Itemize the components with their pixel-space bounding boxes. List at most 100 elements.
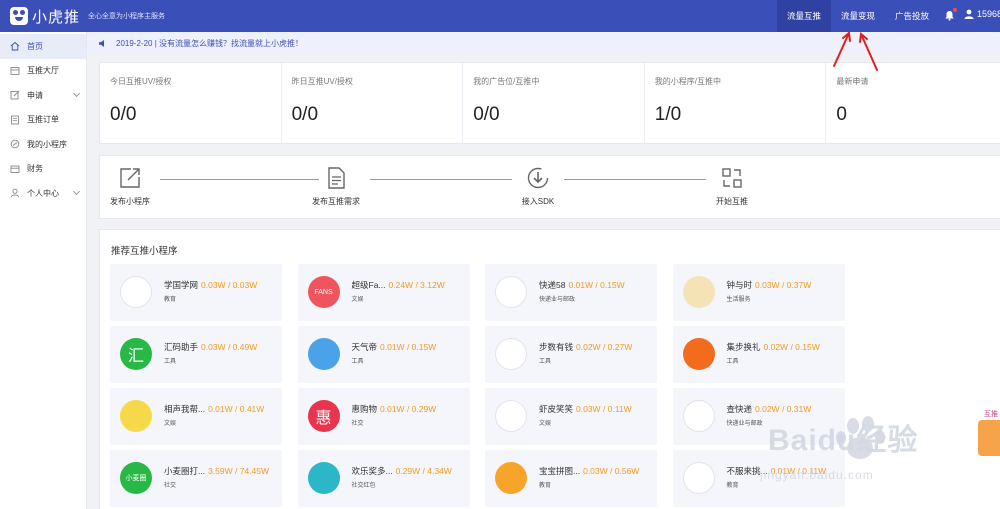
- exchange-icon: [722, 168, 742, 188]
- nav-traffic-monetize[interactable]: 流量变现: [831, 0, 885, 32]
- app-stats: 0.02W / 0.27W: [576, 342, 633, 352]
- sidebar-item-label: 互推大厅: [27, 66, 59, 76]
- stat-latest-applications: 最新申请 0: [826, 63, 1000, 143]
- app-icon: [495, 462, 527, 494]
- app-name: 虾皮笑笑: [539, 404, 574, 414]
- watermark-text: Baidu经验: [768, 424, 919, 457]
- publish-icon: [120, 168, 140, 188]
- app-stats: 0.03W / 0.37W: [755, 280, 812, 290]
- stat-label: 我的小程序/互推中: [654, 77, 722, 86]
- app-name: 集步换礼: [726, 342, 761, 352]
- step-publish-miniprogram[interactable]: 发布小程序: [95, 166, 165, 207]
- miniprogram-card[interactable]: 惠惠购物 0.01W / 0.29W 社交: [297, 388, 470, 445]
- edit-icon: [10, 90, 20, 100]
- sidebar-item-user-center[interactable]: 个人中心: [0, 181, 86, 206]
- side-float-widget[interactable]: [978, 420, 1000, 456]
- user-icon: [10, 188, 20, 198]
- app-icon: [120, 276, 152, 308]
- app-name: 宝宝拼图...: [539, 466, 581, 476]
- app-name: 小麦圈打...: [164, 466, 206, 476]
- sidebar-item-label: 个人中心: [27, 188, 59, 198]
- sidebar-item-orders[interactable]: 互推订单: [0, 108, 86, 133]
- miniprogram-card[interactable]: 钟与时 0.03W / 0.37W 生活服务: [672, 264, 845, 321]
- app-category: 工具: [726, 359, 739, 365]
- miniprogram-card[interactable]: 相声我帮... 0.01W / 0.41W 文娱: [110, 388, 282, 445]
- sidebar-item-home[interactable]: 首页: [0, 34, 86, 59]
- miniprogram-card[interactable]: FANS 超级Fa... 0.24W / 3.12W 文娱: [297, 264, 470, 321]
- app-category: 工具: [351, 359, 364, 365]
- user-menu[interactable]: 15968: [964, 9, 1000, 19]
- app-name: 天气帝: [351, 342, 378, 352]
- logo[interactable]: 小虎推 全心全意为小程序主服务: [10, 6, 165, 27]
- card-title: 钟与时 0.03W / 0.37W: [727, 279, 812, 291]
- miniprogram-card[interactable]: 小麦圈 小麦圈打... 3.59W / 74.45W 社交: [110, 450, 282, 507]
- stat-value: 0/0: [110, 104, 137, 125]
- download-icon: [527, 167, 549, 189]
- card-title: 天气帝 0.01W / 0.15W: [352, 341, 437, 353]
- app-icon: 惠: [307, 400, 340, 432]
- miniprogram-card[interactable]: 欢乐奖多... 0.29W / 4.34W 社交红包: [297, 450, 470, 507]
- miniprogram-card[interactable]: 快递58 0.01W / 0.15W 快递业与邮政: [485, 264, 657, 321]
- side-float-label[interactable]: 互推: [984, 409, 1000, 419]
- sidebar-item-finance[interactable]: 财务: [0, 157, 86, 182]
- miniprogram-card[interactable]: 虾皮笑笑 0.03W / 0.11W 文娱: [485, 388, 657, 445]
- nav-ad-placement[interactable]: 广告投放: [885, 0, 939, 32]
- app-icon: 汇: [120, 338, 152, 370]
- app-stats: 3.59W / 74.45W: [208, 466, 270, 476]
- bell-icon[interactable]: [944, 8, 957, 21]
- step-label: 开始互推: [716, 197, 748, 206]
- chevron-down-icon: [72, 187, 81, 196]
- app-stats: 0.02W / 0.15W: [763, 342, 820, 352]
- app-name: 惠购物: [351, 404, 378, 414]
- step-connector: [564, 179, 706, 180]
- card-title: 小麦圈打... 3.59W / 74.45W: [164, 465, 269, 477]
- card-title: 集步换礼 0.02W / 0.15W: [727, 341, 820, 353]
- sidebar-item-my-miniprogram[interactable]: 我的小程序: [0, 132, 86, 157]
- miniprogram-icon: [10, 139, 20, 149]
- miniprogram-card[interactable]: 学国学网 0.03W / 0.03W 教育: [110, 264, 282, 321]
- step-publish-demand[interactable]: 发布互推需求: [301, 166, 371, 207]
- app-icon: [495, 276, 527, 308]
- stat-my-ad-slots: 我的广告位/互推中 0/0: [463, 63, 645, 143]
- speaker-icon: [99, 39, 104, 47]
- app-stats: 0.01W / 0.15W: [380, 342, 437, 352]
- sidebar-item-hall[interactable]: 互推大厅: [0, 59, 86, 84]
- miniprogram-card[interactable]: 集步换礼 0.02W / 0.15W 工具: [672, 326, 845, 383]
- stats-panel: 今日互推UV/授权 0/0 昨日互推UV/授权 0/0 我的广告位/互推中 0/…: [99, 62, 1000, 144]
- sidebar-item-apply[interactable]: 申请: [0, 83, 86, 108]
- app-icon: FANS: [307, 276, 340, 308]
- slogan: 全心全意为小程序主服务: [88, 13, 166, 20]
- user-icon: [964, 9, 974, 19]
- stat-label: 今日互推UV/授权: [110, 77, 172, 86]
- app-icon: [307, 338, 340, 370]
- step-connector: [370, 179, 512, 180]
- step-label: 发布互推需求: [312, 197, 360, 206]
- stat-value: 1/0: [654, 104, 682, 125]
- miniprogram-card[interactable]: 汇汇码助手 0.03W / 0.49W 工具: [110, 326, 282, 383]
- app-icon: [682, 276, 715, 308]
- card-title: 超级Fa... 0.24W / 3.12W: [352, 279, 445, 291]
- hall-icon: [10, 66, 20, 76]
- miniprogram-card[interactable]: 步数有钱 0.02W / 0.27W 工具: [485, 326, 657, 383]
- miniprogram-card[interactable]: 天气帝 0.01W / 0.15W 工具: [297, 326, 470, 383]
- card-title: 快递58 0.01W / 0.15W: [539, 279, 625, 291]
- app-icon: [495, 338, 527, 370]
- app-stats: 0.03W / 0.49W: [201, 342, 258, 352]
- step-integrate-sdk[interactable]: 接入SDK: [503, 166, 573, 207]
- card-title: 欢乐奖多... 0.29W / 4.34W: [352, 465, 452, 477]
- notice-bar: 2019-2-20 | 没有流量怎么赚钱？找流量就上小虎推！: [87, 32, 1000, 54]
- app-category: 文娱: [164, 421, 177, 427]
- miniprogram-card[interactable]: 宝宝拼图... 0.03W / 0.56W 教育: [485, 450, 657, 507]
- app-name: 快递58: [539, 280, 566, 290]
- card-title: 虾皮笑笑 0.03W / 0.11W: [539, 403, 632, 415]
- app-icon: [682, 462, 715, 494]
- app-category: 教育: [164, 297, 177, 303]
- app-category: 快递业与邮政: [539, 297, 576, 303]
- notice-text[interactable]: 2019-2-20 | 没有流量怎么赚钱？找流量就上小虎推！: [116, 38, 303, 49]
- step-start-exchange[interactable]: 开始互推: [697, 166, 767, 207]
- app-stats: 0.03W / 0.03W: [201, 280, 258, 290]
- app-name: 步数有钱: [539, 342, 574, 352]
- app-category: 社交红包: [351, 483, 376, 489]
- sidebar: 首页 互推大厅 申请 互推订单 我的小程序 财务 个人中心: [0, 32, 87, 509]
- nav-traffic-exchange[interactable]: 流量互推: [777, 0, 832, 32]
